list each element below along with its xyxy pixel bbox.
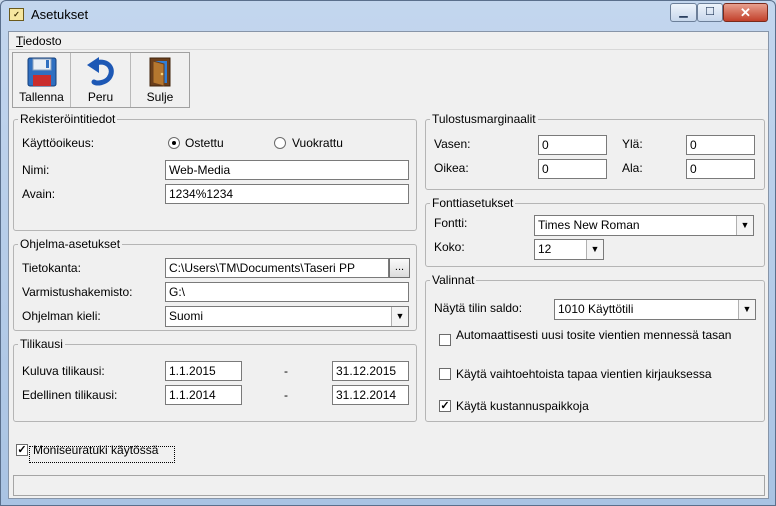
multi-company-label[interactable]: Moniseuratuki käytössä xyxy=(33,443,158,457)
chevron-down-icon[interactable]: ▼ xyxy=(586,240,603,259)
margin-bottom-label: Ala: xyxy=(622,161,643,175)
license-purchased-radio[interactable] xyxy=(168,137,180,149)
backup-dir-field[interactable]: G:\ xyxy=(165,282,409,302)
font-size-select-value: 12 xyxy=(538,242,552,256)
font-size-select[interactable]: 12 ▼ xyxy=(534,239,604,260)
license-rented-label[interactable]: Vuokrattu xyxy=(292,136,343,150)
balance-label: Näytä tilin saldo: xyxy=(434,301,523,315)
maximize-icon: ☐ xyxy=(705,6,715,18)
program-settings-legend: Ohjelma-asetukset xyxy=(20,237,121,251)
font-label: Fontti: xyxy=(434,216,468,230)
alt-entry-label[interactable]: Käytä vaihtoehtoista tapaa vientien kirj… xyxy=(456,367,712,381)
window-title: Asetukset xyxy=(31,7,89,22)
minimize-icon: ▁ xyxy=(679,6,688,18)
close-button[interactable]: Sulje xyxy=(131,53,189,107)
options-group: Valinnat Näytä tilin saldo: 1010 Käyttöt… xyxy=(425,273,765,422)
margin-bottom-field[interactable]: 0 xyxy=(686,159,755,179)
previous-fiscal-label: Edellinen tilikausi: xyxy=(22,388,118,402)
undo-arrow-icon xyxy=(86,57,114,86)
auto-voucher-checkbox[interactable] xyxy=(439,334,451,346)
app-icon: ✓ xyxy=(9,8,24,21)
close-button-label: Sulje xyxy=(146,90,174,104)
language-select[interactable]: Suomi ▼ xyxy=(165,306,409,327)
previous-fiscal-end[interactable]: 31.12.2014 xyxy=(332,385,409,405)
license-label: Käyttöoikeus: xyxy=(22,136,95,150)
current-fiscal-label: Kuluva tilikausi: xyxy=(22,364,105,378)
toolbar: Tallenna Peru Sulje xyxy=(12,52,190,108)
door-exit-icon xyxy=(149,57,171,87)
save-button[interactable]: Tallenna xyxy=(13,53,71,107)
client-area: Tiedosto Tallenna Peru Sulje Rekisteröin… xyxy=(8,31,769,499)
balance-account-value: 1010 Käyttötili xyxy=(558,302,634,316)
margin-left-field[interactable]: 0 xyxy=(538,135,607,155)
chevron-down-icon[interactable]: ▼ xyxy=(738,300,755,319)
margin-top-label: Ylä: xyxy=(622,137,643,151)
name-label: Nimi: xyxy=(22,163,50,177)
fiscal-year-legend: Tilikausi xyxy=(20,337,63,351)
print-margins-group: Tulostusmarginaalit Vasen: 0 Ylä: 0 Oike… xyxy=(425,112,765,190)
title-bar[interactable]: ✓ Asetukset ▁ ☐ ✕ xyxy=(1,1,775,29)
balance-account-select[interactable]: 1010 Käyttötili ▼ xyxy=(554,299,756,320)
font-size-label: Koko: xyxy=(434,240,465,254)
chevron-down-icon[interactable]: ▼ xyxy=(736,216,753,235)
margin-right-field[interactable]: 0 xyxy=(538,159,607,179)
options-legend: Valinnat xyxy=(432,273,475,287)
current-fiscal-dash: - xyxy=(284,364,288,378)
registration-legend: Rekisteröintitiedot xyxy=(20,112,116,126)
license-purchased-label[interactable]: Ostettu xyxy=(185,136,224,150)
font-select[interactable]: Times New Roman ▼ xyxy=(534,215,754,236)
database-label: Tietokanta: xyxy=(22,261,81,275)
minimize-button[interactable]: ▁ xyxy=(670,3,697,22)
margin-top-field[interactable]: 0 xyxy=(686,135,755,155)
font-select-value: Times New Roman xyxy=(538,218,640,232)
close-window-button[interactable]: ✕ xyxy=(723,3,768,22)
margin-left-label: Vasen: xyxy=(434,137,471,151)
previous-fiscal-start[interactable]: 1.1.2014 xyxy=(165,385,242,405)
key-label: Avain: xyxy=(22,187,56,201)
alt-entry-checkbox[interactable] xyxy=(439,368,451,380)
name-field[interactable]: Web-Media xyxy=(165,160,409,180)
undo-button-label: Peru xyxy=(87,90,114,104)
close-icon: ✕ xyxy=(740,5,751,20)
backup-dir-label: Varmistushakemisto: xyxy=(22,285,133,299)
previous-fiscal-dash: - xyxy=(284,388,288,402)
registration-group: Rekisteröintitiedot Käyttöoikeus: Ostett… xyxy=(13,112,417,231)
key-field[interactable]: 1234%1234 xyxy=(165,184,409,204)
cost-centers-checkbox[interactable]: ✓ xyxy=(439,400,451,412)
database-field[interactable]: C:\Users\TM\Documents\Taseri PP xyxy=(165,258,389,278)
margin-right-label: Oikea: xyxy=(434,161,469,175)
menu-file[interactable]: Tiedosto xyxy=(16,34,62,48)
floppy-disk-icon xyxy=(27,57,56,87)
menu-bar: Tiedosto xyxy=(9,32,768,50)
current-fiscal-end[interactable]: 31.12.2015 xyxy=(332,361,409,381)
fiscal-year-group: Tilikausi Kuluva tilikausi: 1.1.2015 - 3… xyxy=(13,337,417,422)
multi-company-checkbox[interactable]: ✓ xyxy=(16,444,28,456)
font-settings-legend: Fonttiasetukset xyxy=(432,196,514,210)
chevron-down-icon[interactable]: ▼ xyxy=(391,307,408,326)
cost-centers-label[interactable]: Käytä kustannuspaikkoja xyxy=(456,399,589,413)
settings-window: ✓ Asetukset ▁ ☐ ✕ Tiedosto Tallenna Peru… xyxy=(0,0,776,506)
font-settings-group: Fonttiasetukset Fontti: Times New Roman … xyxy=(425,196,765,267)
auto-voucher-label[interactable]: Automaattisesti uusi tosite vientien men… xyxy=(456,327,746,343)
print-margins-legend: Tulostusmarginaalit xyxy=(432,112,536,126)
language-select-value: Suomi xyxy=(169,309,204,323)
database-browse-button[interactable]: ... xyxy=(389,258,410,278)
save-button-label: Tallenna xyxy=(19,90,64,104)
language-label: Ohjelman kieli: xyxy=(22,309,101,323)
maximize-button[interactable]: ☐ xyxy=(697,3,723,22)
menu-file-label: iedosto xyxy=(22,34,62,48)
status-bar xyxy=(13,475,765,496)
program-settings-group: Ohjelma-asetukset Tietokanta: C:\Users\T… xyxy=(13,237,417,331)
menu-file-accelerator: T xyxy=(16,34,23,48)
undo-button[interactable]: Peru xyxy=(71,53,131,107)
current-fiscal-start[interactable]: 1.1.2015 xyxy=(165,361,242,381)
license-rented-radio[interactable] xyxy=(274,137,286,149)
